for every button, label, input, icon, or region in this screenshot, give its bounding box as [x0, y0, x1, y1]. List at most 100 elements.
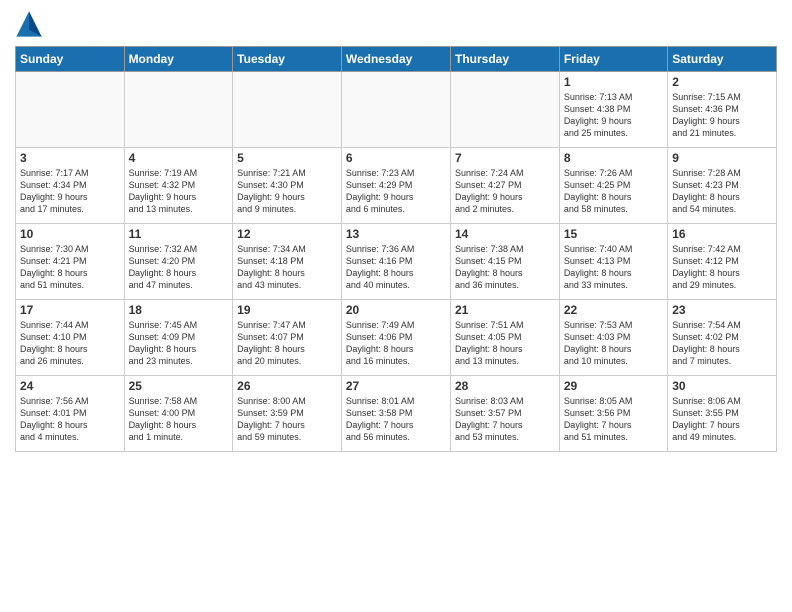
day-info: Sunrise: 7:23 AM Sunset: 4:29 PM Dayligh…	[346, 167, 446, 216]
header	[15, 10, 777, 38]
calendar-cell: 15Sunrise: 7:40 AM Sunset: 4:13 PM Dayli…	[559, 224, 667, 300]
calendar-cell: 22 Sunrise: 7:53 AM Sunset: 4:03 PM Dayli…	[559, 300, 667, 376]
day-info: Sunrise: 8:01 AM Sunset: 3:58 PM Dayligh…	[346, 395, 446, 444]
calendar-cell: 29Sunrise: 8:05 AM Sunset: 3:56 PM Dayli…	[559, 376, 667, 452]
day-number: 10	[20, 227, 120, 241]
day-info: Sunrise: 7:38 AM Sunset: 4:15 PM Dayligh…	[455, 243, 555, 292]
day-number: 9	[672, 151, 772, 165]
day-number: 16	[672, 227, 772, 241]
calendar-week-5: 24 Sunrise: 7:56 AM Sunset: 4:01 PM Dayli…	[16, 376, 777, 452]
calendar-header-friday: Friday	[559, 47, 667, 72]
calendar-cell	[341, 72, 450, 148]
calendar-cell: 30 Sunrise: 8:06 AM Sunset: 3:55 PM Dayli…	[668, 376, 777, 452]
day-number: 23	[672, 303, 772, 317]
calendar-cell: 19 Sunrise: 7:47 AM Sunset: 4:07 PM Dayli…	[233, 300, 342, 376]
day-info: Sunrise: 8:03 AM Sunset: 3:57 PM Dayligh…	[455, 395, 555, 444]
calendar-cell: 27 Sunrise: 8:01 AM Sunset: 3:58 PM Dayli…	[341, 376, 450, 452]
day-info: Sunrise: 7:58 AM Sunset: 4:00 PM Dayligh…	[129, 395, 229, 444]
day-info: Sunrise: 8:06 AM Sunset: 3:55 PM Dayligh…	[672, 395, 772, 444]
calendar-header-wednesday: Wednesday	[341, 47, 450, 72]
calendar-header-sunday: Sunday	[16, 47, 125, 72]
calendar-cell: 6 Sunrise: 7:23 AM Sunset: 4:29 PM Daylig…	[341, 148, 450, 224]
calendar-cell: 26 Sunrise: 8:00 AM Sunset: 3:59 PM Dayli…	[233, 376, 342, 452]
calendar-cell: 9 Sunrise: 7:28 AM Sunset: 4:23 PM Daylig…	[668, 148, 777, 224]
day-info: Sunrise: 7:34 AM Sunset: 4:18 PM Dayligh…	[237, 243, 337, 292]
day-number: 27	[346, 379, 446, 393]
day-number: 3	[20, 151, 120, 165]
calendar-cell	[124, 72, 233, 148]
day-info: Sunrise: 7:36 AM Sunset: 4:16 PM Dayligh…	[346, 243, 446, 292]
day-number: 26	[237, 379, 337, 393]
calendar-cell: 23 Sunrise: 7:54 AM Sunset: 4:02 PM Dayli…	[668, 300, 777, 376]
calendar-cell: 5 Sunrise: 7:21 AM Sunset: 4:30 PM Daylig…	[233, 148, 342, 224]
calendar-cell: 3 Sunrise: 7:17 AM Sunset: 4:34 PM Daylig…	[16, 148, 125, 224]
calendar-cell: 7 Sunrise: 7:24 AM Sunset: 4:27 PM Daylig…	[450, 148, 559, 224]
day-info: Sunrise: 7:26 AM Sunset: 4:25 PM Dayligh…	[564, 167, 663, 216]
day-number: 4	[129, 151, 229, 165]
calendar-week-2: 3 Sunrise: 7:17 AM Sunset: 4:34 PM Daylig…	[16, 148, 777, 224]
calendar-cell	[450, 72, 559, 148]
day-number: 21	[455, 303, 555, 317]
calendar-cell	[16, 72, 125, 148]
day-number: 7	[455, 151, 555, 165]
calendar-cell: 28 Sunrise: 8:03 AM Sunset: 3:57 PM Dayli…	[450, 376, 559, 452]
calendar-cell: 16 Sunrise: 7:42 AM Sunset: 4:12 PM Dayli…	[668, 224, 777, 300]
calendar-cell: 24 Sunrise: 7:56 AM Sunset: 4:01 PM Dayli…	[16, 376, 125, 452]
day-info: Sunrise: 7:19 AM Sunset: 4:32 PM Dayligh…	[129, 167, 229, 216]
day-info: Sunrise: 7:21 AM Sunset: 4:30 PM Dayligh…	[237, 167, 337, 216]
day-info: Sunrise: 7:44 AM Sunset: 4:10 PM Dayligh…	[20, 319, 120, 368]
day-number: 2	[672, 75, 772, 89]
calendar-cell: 2 Sunrise: 7:15 AM Sunset: 4:36 PM Daylig…	[668, 72, 777, 148]
day-number: 29	[564, 379, 663, 393]
calendar-table: SundayMondayTuesdayWednesdayThursdayFrid…	[15, 46, 777, 452]
calendar-cell: 1 Sunrise: 7:13 AM Sunset: 4:38 PM Daylig…	[559, 72, 667, 148]
calendar-cell: 17Sunrise: 7:44 AM Sunset: 4:10 PM Dayli…	[16, 300, 125, 376]
day-info: Sunrise: 7:54 AM Sunset: 4:02 PM Dayligh…	[672, 319, 772, 368]
day-info: Sunrise: 8:00 AM Sunset: 3:59 PM Dayligh…	[237, 395, 337, 444]
day-number: 12	[237, 227, 337, 241]
day-number: 18	[129, 303, 229, 317]
day-info: Sunrise: 7:53 AM Sunset: 4:03 PM Dayligh…	[564, 319, 663, 368]
calendar-cell: 21Sunrise: 7:51 AM Sunset: 4:05 PM Dayli…	[450, 300, 559, 376]
day-number: 5	[237, 151, 337, 165]
day-number: 20	[346, 303, 446, 317]
day-info: Sunrise: 7:56 AM Sunset: 4:01 PM Dayligh…	[20, 395, 120, 444]
calendar-cell: 10 Sunrise: 7:30 AM Sunset: 4:21 PM Dayli…	[16, 224, 125, 300]
day-info: Sunrise: 7:42 AM Sunset: 4:12 PM Dayligh…	[672, 243, 772, 292]
day-info: Sunrise: 7:17 AM Sunset: 4:34 PM Dayligh…	[20, 167, 120, 216]
day-number: 6	[346, 151, 446, 165]
day-info: Sunrise: 7:24 AM Sunset: 4:27 PM Dayligh…	[455, 167, 555, 216]
day-info: Sunrise: 7:30 AM Sunset: 4:21 PM Dayligh…	[20, 243, 120, 292]
day-number: 14	[455, 227, 555, 241]
day-info: Sunrise: 7:28 AM Sunset: 4:23 PM Dayligh…	[672, 167, 772, 216]
calendar-header-row: SundayMondayTuesdayWednesdayThursdayFrid…	[16, 47, 777, 72]
day-info: Sunrise: 7:47 AM Sunset: 4:07 PM Dayligh…	[237, 319, 337, 368]
day-number: 24	[20, 379, 120, 393]
calendar-header-monday: Monday	[124, 47, 233, 72]
calendar-header-saturday: Saturday	[668, 47, 777, 72]
day-number: 19	[237, 303, 337, 317]
calendar-cell	[233, 72, 342, 148]
day-info: Sunrise: 7:13 AM Sunset: 4:38 PM Dayligh…	[564, 91, 663, 140]
calendar-cell: 8 Sunrise: 7:26 AM Sunset: 4:25 PM Daylig…	[559, 148, 667, 224]
day-number: 11	[129, 227, 229, 241]
day-number: 28	[455, 379, 555, 393]
calendar-cell: 18Sunrise: 7:45 AM Sunset: 4:09 PM Dayli…	[124, 300, 233, 376]
calendar-cell: 12 Sunrise: 7:34 AM Sunset: 4:18 PM Dayli…	[233, 224, 342, 300]
day-number: 30	[672, 379, 772, 393]
day-number: 22	[564, 303, 663, 317]
day-info: Sunrise: 7:49 AM Sunset: 4:06 PM Dayligh…	[346, 319, 446, 368]
page: SundayMondayTuesdayWednesdayThursdayFrid…	[0, 0, 792, 612]
calendar-cell: 25Sunrise: 7:58 AM Sunset: 4:00 PM Dayli…	[124, 376, 233, 452]
day-info: Sunrise: 7:32 AM Sunset: 4:20 PM Dayligh…	[129, 243, 229, 292]
day-number: 15	[564, 227, 663, 241]
day-info: Sunrise: 7:15 AM Sunset: 4:36 PM Dayligh…	[672, 91, 772, 140]
calendar-week-4: 17Sunrise: 7:44 AM Sunset: 4:10 PM Dayli…	[16, 300, 777, 376]
calendar-cell: 13Sunrise: 7:36 AM Sunset: 4:16 PM Dayli…	[341, 224, 450, 300]
calendar-cell: 4 Sunrise: 7:19 AM Sunset: 4:32 PM Daylig…	[124, 148, 233, 224]
calendar-header-thursday: Thursday	[450, 47, 559, 72]
day-number: 8	[564, 151, 663, 165]
day-number: 1	[564, 75, 663, 89]
calendar-week-1: 1 Sunrise: 7:13 AM Sunset: 4:38 PM Daylig…	[16, 72, 777, 148]
calendar-header-tuesday: Tuesday	[233, 47, 342, 72]
